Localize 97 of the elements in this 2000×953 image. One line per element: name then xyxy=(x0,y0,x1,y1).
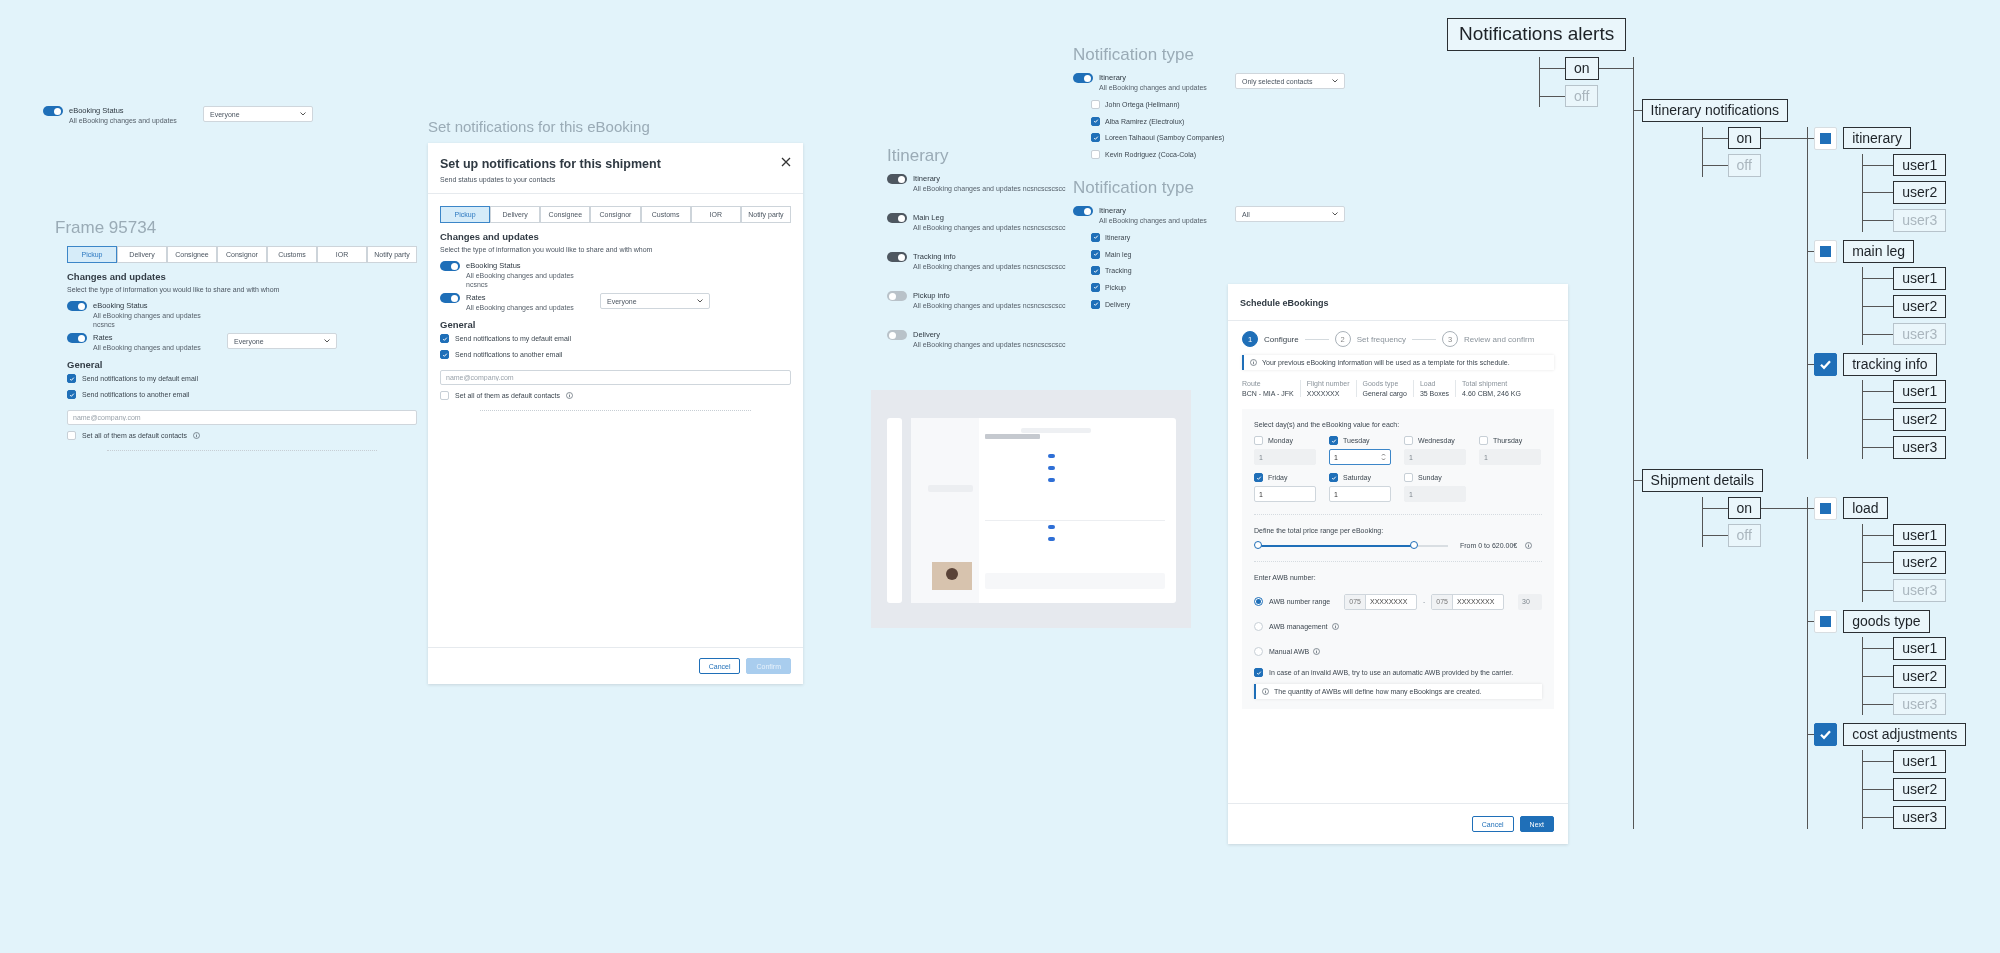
chevron-down-icon xyxy=(300,112,306,116)
chevron-down-icon xyxy=(1332,79,1338,83)
checkbox[interactable] xyxy=(1091,116,1100,126)
toggle-switch[interactable] xyxy=(887,252,907,262)
square-icon xyxy=(1814,496,1838,520)
dialog-title: Set up notifications for this shipment xyxy=(440,157,661,171)
tree-node: user1 xyxy=(1893,380,1947,404)
info-icon xyxy=(1313,648,1321,655)
tree-node: user2 xyxy=(1893,551,1947,575)
info-icon xyxy=(1250,359,1257,366)
tree-node: user3 xyxy=(1893,692,1947,716)
tree-node: Itinerary notifications xyxy=(1641,98,1788,122)
checkbox[interactable] xyxy=(1329,436,1338,445)
tree-node: user3 xyxy=(1893,579,1947,602)
tree-node: goods type xyxy=(1843,609,1930,633)
checkbox[interactable] xyxy=(1329,473,1338,482)
checkmark-icon xyxy=(1814,353,1838,377)
tree-node: user3 xyxy=(1893,322,1947,346)
checkbox[interactable] xyxy=(1091,232,1100,242)
tree-node: off xyxy=(1727,524,1761,548)
checkbox[interactable] xyxy=(1091,249,1100,259)
chevron-down-icon xyxy=(324,339,330,343)
toggle-switch[interactable] xyxy=(67,333,87,343)
tree-node: on xyxy=(1727,126,1762,150)
close-button[interactable] xyxy=(781,157,791,167)
checkmark-icon xyxy=(1814,723,1838,747)
tree-node: user3 xyxy=(1893,209,1947,232)
toggle-switch[interactable] xyxy=(440,293,460,303)
tree-node: load xyxy=(1843,496,1888,520)
tree-node: Shipment details xyxy=(1641,468,1764,492)
tree-node: itinerary xyxy=(1843,126,1911,150)
checkbox[interactable] xyxy=(1091,266,1100,276)
info-icon xyxy=(193,432,201,439)
tree-node: user1 xyxy=(1893,750,1947,774)
toggle-switch[interactable] xyxy=(1073,206,1093,216)
info-icon xyxy=(1525,542,1533,549)
dialog-title: Schedule eBookings xyxy=(1240,298,1329,308)
step-label: Set frequency xyxy=(1356,334,1407,344)
tree-node: off xyxy=(1727,154,1761,178)
tree-node: off xyxy=(1565,84,1599,108)
checkbox[interactable] xyxy=(440,350,449,359)
slider-handle[interactable] xyxy=(1254,541,1262,549)
heading: Notification type xyxy=(1073,178,1195,198)
toggle-switch[interactable] xyxy=(887,330,907,340)
tree-node: user1 xyxy=(1893,636,1947,660)
tree-node: user2 xyxy=(1893,664,1947,688)
heading: Itinerary xyxy=(887,146,950,166)
tree-node: user2 xyxy=(1893,408,1947,431)
square-icon xyxy=(1814,126,1838,150)
tree-node: user2 xyxy=(1893,294,1947,318)
frame-title: Set notifications for this eBooking xyxy=(428,118,651,135)
checkbox[interactable] xyxy=(1254,473,1263,482)
square-icon xyxy=(1814,240,1838,263)
tree-node: on xyxy=(1565,56,1599,80)
checkbox[interactable] xyxy=(67,390,76,399)
tree-node: user3 xyxy=(1893,435,1947,459)
tree-node: Notifications alerts xyxy=(1447,18,1627,51)
chevron-down-icon xyxy=(697,299,703,303)
section-title: Changes and updates xyxy=(440,231,540,242)
toggle-switch[interactable] xyxy=(1073,73,1093,83)
tree-node: main leg xyxy=(1843,240,1915,263)
checkbox[interactable] xyxy=(1091,299,1100,309)
spinner-arrows-icon xyxy=(1381,452,1386,462)
info-icon xyxy=(1262,688,1269,695)
checkbox[interactable] xyxy=(1091,282,1100,292)
checkbox[interactable] xyxy=(440,334,449,343)
toggle-switch[interactable] xyxy=(887,174,907,184)
tree-node: on xyxy=(1727,496,1762,520)
tree-node: user1 xyxy=(1893,153,1947,177)
info-icon xyxy=(566,392,574,399)
info-icon xyxy=(1331,623,1339,630)
toggle-switch[interactable] xyxy=(887,291,907,301)
checkbox[interactable] xyxy=(1254,668,1263,677)
toggle-switch[interactable] xyxy=(67,301,87,311)
tree-node: user2 xyxy=(1893,778,1947,801)
step-label: Configure xyxy=(1264,334,1299,344)
radio-button[interactable] xyxy=(1254,597,1263,606)
section-title: Changes and updates xyxy=(67,271,167,282)
heading: Notification type xyxy=(1073,45,1195,65)
square-icon xyxy=(1814,609,1838,633)
checkbox[interactable] xyxy=(1091,133,1100,143)
step-label: Review and confirm xyxy=(1464,334,1535,344)
checkbox[interactable] xyxy=(67,374,76,383)
toggle-switch[interactable] xyxy=(43,106,63,116)
slider-handle[interactable] xyxy=(1409,541,1418,549)
tree-node: user3 xyxy=(1893,805,1947,829)
chevron-down-icon xyxy=(1332,212,1338,216)
tree-node: user1 xyxy=(1893,523,1947,547)
frame-title: Frame 95734 xyxy=(55,218,158,238)
tree-node: user1 xyxy=(1893,267,1947,290)
tree-node: cost adjustments xyxy=(1843,723,1967,747)
toggle-switch[interactable] xyxy=(440,261,460,271)
tree-node: user2 xyxy=(1893,181,1947,205)
section-title: General xyxy=(440,319,477,330)
toggle-switch[interactable] xyxy=(887,213,907,223)
tree-node: tracking info xyxy=(1843,353,1937,377)
section-title: General xyxy=(67,359,104,370)
